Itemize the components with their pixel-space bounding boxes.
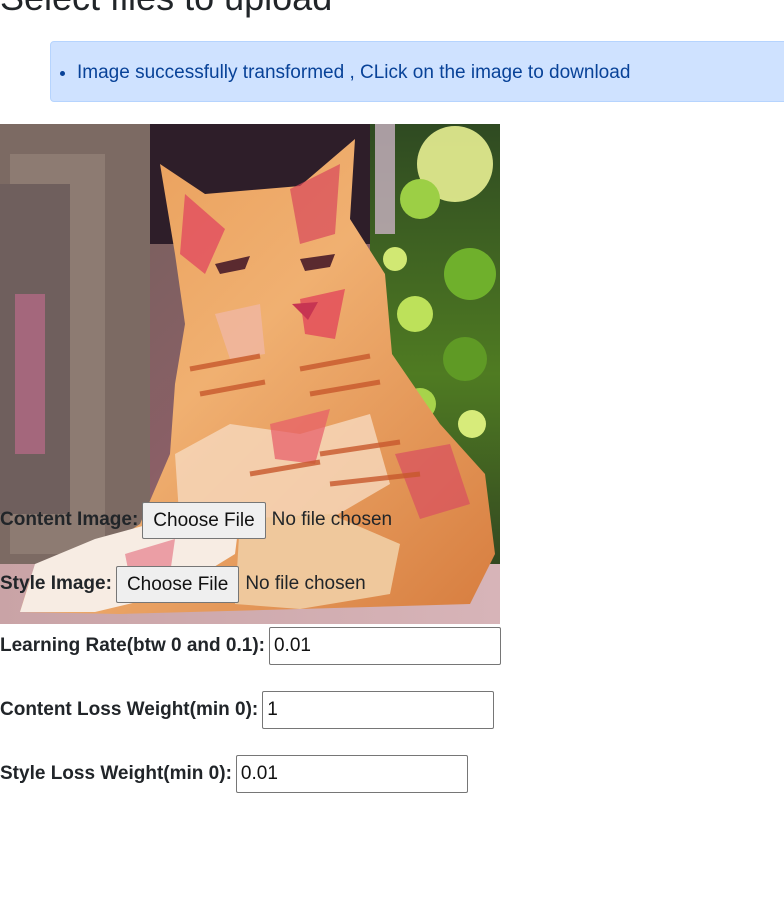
content-image-row: Content Image: Choose File No file chose…: [0, 501, 392, 539]
alert-message: Image successfully transformed , CLick o…: [77, 61, 784, 85]
page: Select files to upload Image successfull…: [0, 0, 784, 914]
content-image-choose-file-button[interactable]: Choose File: [142, 501, 266, 539]
content-loss-weight-input[interactable]: [262, 691, 495, 729]
style-loss-weight-label: Style Loss Weight(min 0):: [0, 763, 232, 784]
style-image-choose-file-button[interactable]: Choose File: [115, 565, 240, 603]
content-loss-weight-label: Content Loss Weight(min 0):: [0, 699, 259, 720]
content-image-label: Content Image:: [0, 509, 139, 530]
learning-rate-label: Learning Rate(btw 0 and 0.1):: [0, 635, 265, 656]
page-title: Select files to upload: [0, 0, 332, 18]
content-loss-weight-row: Content Loss Weight(min 0):: [0, 691, 495, 729]
content-image-file-status: No file chosen: [271, 509, 393, 530]
style-loss-weight-input[interactable]: [235, 755, 468, 793]
learning-rate-input[interactable]: [268, 627, 501, 665]
style-image-file-status: No file chosen: [245, 573, 366, 594]
success-alert: Image successfully transformed , CLick o…: [50, 41, 784, 102]
learning-rate-row: Learning Rate(btw 0 and 0.1):: [0, 627, 501, 665]
style-loss-weight-row: Style Loss Weight(min 0):: [0, 755, 468, 793]
transformed-image[interactable]: [0, 124, 500, 624]
style-image-label: Style Image:: [0, 573, 112, 594]
style-image-row: Style Image: Choose File No file chosen: [0, 565, 366, 603]
alert-list: Image successfully transformed , CLick o…: [51, 61, 784, 85]
